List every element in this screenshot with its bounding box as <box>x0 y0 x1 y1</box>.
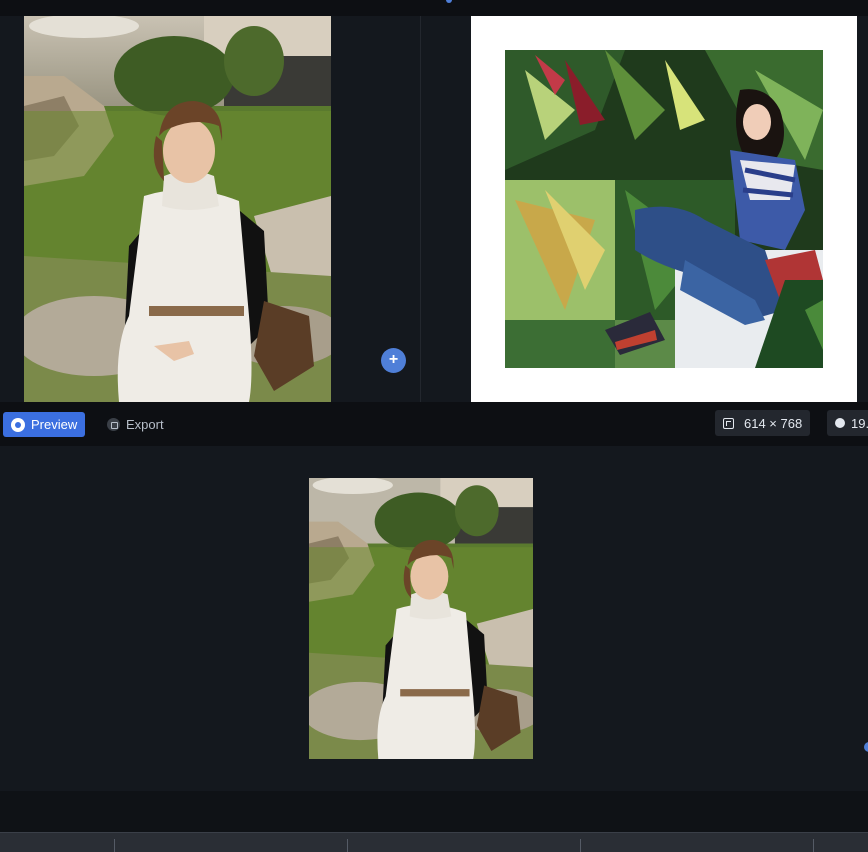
export-icon <box>107 418 120 431</box>
source-image <box>24 16 331 402</box>
time-text: 19. <box>851 415 868 431</box>
preview-area <box>0 446 868 791</box>
indicator-dot <box>446 0 452 3</box>
app-root: + Preview Export 614 × 768 19. <box>0 0 868 852</box>
preview-label: Preview <box>31 417 78 432</box>
bottom-divider <box>813 839 814 852</box>
export-button[interactable]: Export <box>107 412 164 437</box>
source-photo-drawing <box>24 16 331 402</box>
result-photo-drawing <box>505 50 823 368</box>
bottom-divider <box>114 839 115 852</box>
time-badge: 19. <box>827 410 868 436</box>
result-card <box>471 16 857 402</box>
bottom-bar <box>0 832 868 852</box>
preview-button[interactable]: Preview <box>3 412 86 437</box>
image-size-badge: 614 × 768 <box>715 410 811 436</box>
clock-icon <box>835 418 845 428</box>
footer-band <box>0 791 868 832</box>
preview-photo-drawing <box>309 478 533 759</box>
preview-image <box>309 478 533 759</box>
top-strip <box>0 0 868 16</box>
result-panel <box>421 16 868 402</box>
eye-icon <box>11 417 25 432</box>
result-image <box>505 50 823 368</box>
bottom-divider <box>347 839 348 852</box>
source-panel: + <box>0 16 420 402</box>
bottom-divider <box>580 839 581 852</box>
image-size-text: 614 × 768 <box>744 415 803 431</box>
scroll-indicator[interactable] <box>864 742 868 752</box>
resize-icon <box>723 417 734 429</box>
add-button[interactable]: + <box>381 348 406 373</box>
export-label: Export <box>126 417 164 432</box>
preview-toolbar: Preview Export 614 × 768 19. <box>0 402 868 446</box>
